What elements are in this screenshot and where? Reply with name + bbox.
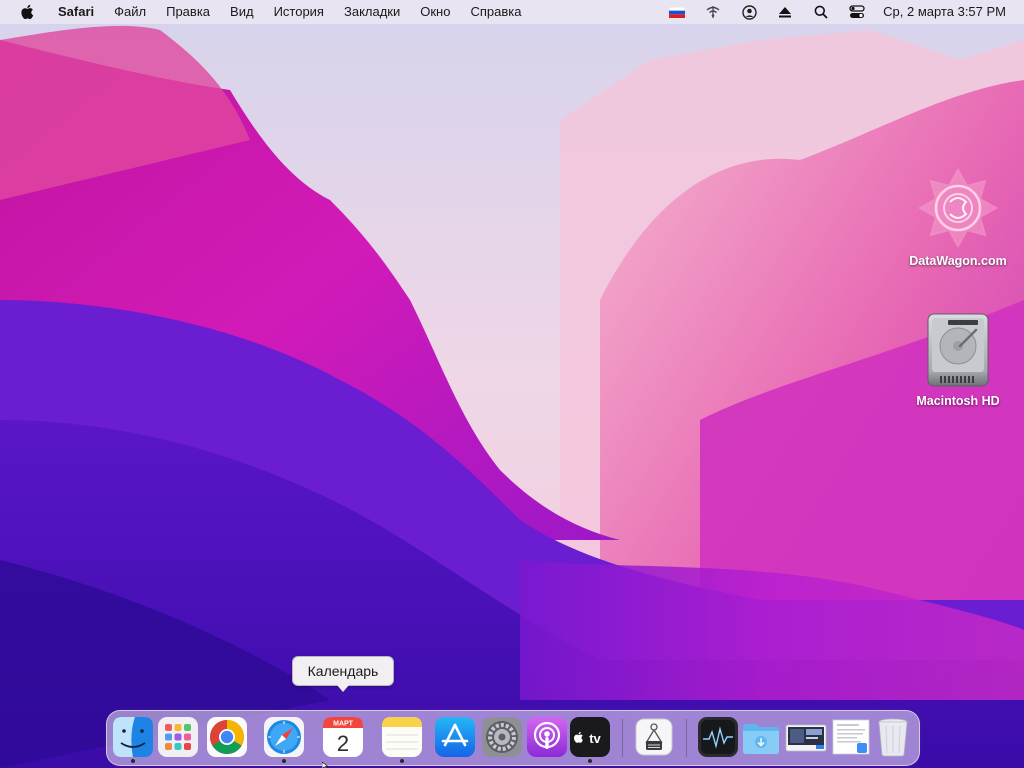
dock: МАРТ 2 tv <box>106 710 920 766</box>
chrome-icon <box>207 717 247 757</box>
dock-system-preferences[interactable] <box>480 715 524 759</box>
trash-icon <box>878 718 908 757</box>
dock-tooltip: Календарь <box>292 656 394 692</box>
dock-finder[interactable] <box>111 715 155 759</box>
apple-tv-icon: tv <box>570 717 610 757</box>
control-center-icon[interactable] <box>839 0 875 24</box>
running-indicator <box>131 759 135 763</box>
calendar-month-text: МАРТ <box>333 721 353 728</box>
dock-tooltip-text: Календарь <box>307 663 379 679</box>
dock-app-store[interactable] <box>433 715 477 759</box>
tooltip-arrow <box>337 685 349 692</box>
calendar-icon: МАРТ 2 <box>323 717 363 757</box>
eject-icon[interactable] <box>767 0 803 24</box>
menu-help[interactable]: Справка <box>460 0 531 24</box>
running-indicator <box>400 759 404 763</box>
menu-file[interactable]: Файл <box>104 0 156 24</box>
dock-trash[interactable] <box>871 715 915 759</box>
menu-window[interactable]: Окно <box>410 0 460 24</box>
mouse-cursor-icon <box>322 762 329 768</box>
menu-bar: Safari Файл Правка Вид История Закладки … <box>0 0 1024 24</box>
running-indicator <box>588 759 592 763</box>
activity-monitor-icon <box>698 717 738 757</box>
system-preferences-icon <box>482 717 522 757</box>
screenshot-thumbnail-icon <box>785 724 827 752</box>
hard-drive-icon <box>927 313 989 387</box>
running-indicator <box>282 759 286 763</box>
dock-downloads[interactable] <box>739 715 783 759</box>
desktop: Safari Файл Правка Вид История Закладки … <box>0 0 1024 768</box>
dock-podcasts[interactable] <box>525 715 569 759</box>
dock-screenshot-thumbnail[interactable] <box>784 715 828 759</box>
russian-flag-input-icon[interactable] <box>659 0 695 24</box>
dock-separator <box>686 719 687 757</box>
podcasts-icon <box>527 717 567 757</box>
wallpaper <box>0 0 1024 768</box>
menu-history[interactable]: История <box>264 0 334 24</box>
desktop-icon-label: Macintosh HD <box>916 394 1000 408</box>
dock-document-thumbnail[interactable] <box>829 715 873 759</box>
menu-bookmarks[interactable]: Закладки <box>334 0 410 24</box>
image-capture-icon <box>635 718 673 756</box>
dock-chrome[interactable] <box>205 715 249 759</box>
menu-app-name[interactable]: Safari <box>50 0 104 24</box>
downloads-folder-icon <box>743 724 779 754</box>
launchpad-icon <box>158 717 198 757</box>
dock-image-capture[interactable] <box>632 715 676 759</box>
dock-safari[interactable] <box>262 715 306 759</box>
dock-launchpad[interactable] <box>156 715 200 759</box>
menu-view[interactable]: Вид <box>220 0 264 24</box>
safari-icon <box>264 717 304 757</box>
desktop-icon-label: DataWagon.com <box>909 254 1007 268</box>
notes-icon <box>382 717 422 757</box>
app-store-icon <box>435 717 475 757</box>
desktop-icon-macintosh-hd[interactable]: Macintosh HD <box>898 310 1018 408</box>
dock-apple-tv[interactable]: tv <box>568 715 612 759</box>
dock-calendar[interactable]: МАРТ 2 <box>321 715 365 759</box>
finder-icon <box>113 717 153 757</box>
calendar-day-text: 2 <box>337 731 349 756</box>
dock-activity-monitor[interactable] <box>696 715 740 759</box>
dock-separator <box>622 719 623 757</box>
datawagon-logo-icon <box>917 167 999 249</box>
apple-menu-icon[interactable] <box>18 3 36 21</box>
dock-notes[interactable] <box>380 715 424 759</box>
desktop-icon-datawagon[interactable]: DataWagon.com <box>898 166 1018 268</box>
user-account-icon[interactable] <box>731 0 767 24</box>
document-thumbnail-icon <box>832 719 870 755</box>
apple-tv-label: tv <box>589 731 601 746</box>
menu-edit[interactable]: Правка <box>156 0 220 24</box>
menu-bar-clock[interactable]: Ср, 2 марта 3:57 PM <box>875 0 1024 24</box>
spotlight-search-icon[interactable] <box>803 0 839 24</box>
wifi-off-icon[interactable] <box>695 0 731 24</box>
